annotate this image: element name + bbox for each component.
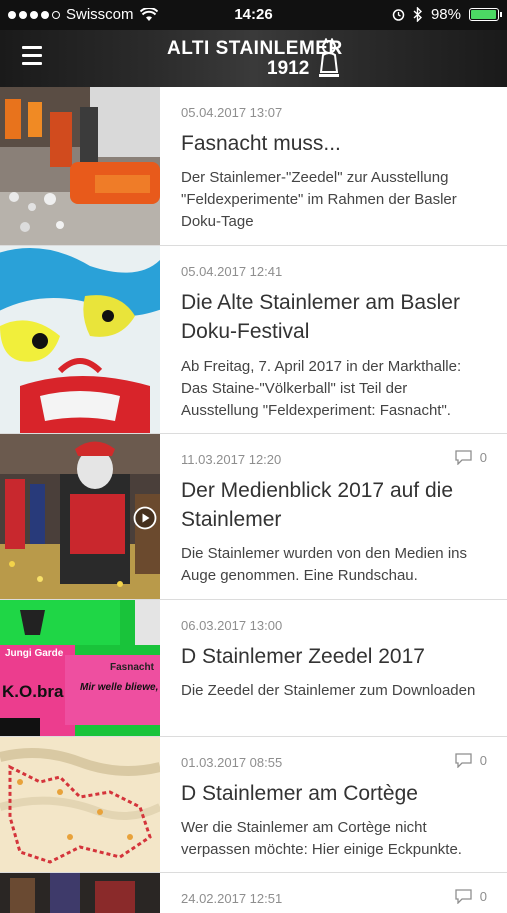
news-title: D Stainlemer am Cortège <box>181 782 418 805</box>
comment-icon <box>455 753 472 768</box>
news-thumbnail <box>0 873 160 913</box>
battery-percent: 98% <box>430 6 461 23</box>
news-date: 24.02.2017 12:51 <box>181 891 283 906</box>
news-excerpt: Die Zeedel der Stainlemer zum Downloaden <box>181 682 476 699</box>
comment-count[interactable]: 0 <box>455 753 487 768</box>
news-excerpt: Der Stainlemer-"Zeedel" zur Ausstellung … <box>181 169 457 230</box>
navigation-bar: ALTI STAINLEMER 1912 <box>0 30 507 87</box>
comment-count[interactable]: 0 <box>455 889 487 904</box>
comment-icon <box>455 450 472 465</box>
news-title: Die Alte Stainlemer am Basler Doku-Festi… <box>181 291 460 343</box>
news-thumbnail <box>0 87 160 245</box>
comment-count-value: 0 <box>479 889 487 904</box>
comment-count-value: 0 <box>479 450 487 465</box>
menu-icon[interactable] <box>22 46 42 65</box>
status-bar: Swisscom 14:26 98% <box>0 0 507 30</box>
news-thumbnail <box>0 246 160 433</box>
news-title: D Stainlemer Zeedel 2017 <box>181 645 425 668</box>
news-date: 11.03.2017 12:20 <box>181 452 282 467</box>
app-logo: ALTI STAINLEMER 1912 <box>165 36 345 82</box>
logo-line2: 1912 <box>267 58 310 79</box>
bluetooth-icon <box>413 7 422 22</box>
play-video-icon[interactable] <box>133 506 157 530</box>
news-item[interactable]: 05.04.2017 13:07 Fasnacht muss... Der St… <box>0 87 507 246</box>
thumbnail-caption-4: Mir welle bliewe, <box>80 682 159 693</box>
news-thumbnail <box>0 434 160 599</box>
comment-count[interactable]: 0 <box>455 450 487 465</box>
news-item[interactable]: 05.04.2017 12:41 Die Alte Stainlemer am … <box>0 246 507 434</box>
news-item[interactable]: 24.02.2017 12:51 0 <box>0 873 507 913</box>
alarm-lock-icon <box>392 9 405 21</box>
news-excerpt: Ab Freitag, 7. April 2017 in der Marktha… <box>181 358 462 419</box>
news-thumbnail: Jungi Garde Fasnacht K.O.bra Mir welle b… <box>0 600 160 736</box>
news-excerpt: Die Stainlemer wurden von den Medien ins… <box>181 545 467 584</box>
comment-icon <box>455 889 472 904</box>
news-item[interactable]: Jungi Garde Fasnacht K.O.bra Mir welle b… <box>0 600 507 737</box>
mascot-icon <box>319 38 339 77</box>
thumbnail-caption-3: K.O.bra <box>2 682 64 701</box>
news-excerpt: Wer die Stainlemer am Cortège nicht verp… <box>181 819 462 858</box>
comment-count-value: 0 <box>479 753 487 768</box>
news-date: 05.04.2017 12:41 <box>181 264 283 279</box>
thumbnail-caption-1: Jungi Garde <box>5 648 64 659</box>
news-item[interactable]: 01.03.2017 08:55 0 D Stainlemer am Cortè… <box>0 737 507 873</box>
news-feed: 05.04.2017 13:07 Fasnacht muss... Der St… <box>0 87 507 913</box>
news-date: 05.04.2017 13:07 <box>181 105 283 120</box>
news-date: 06.03.2017 13:00 <box>181 618 283 633</box>
news-title: Fasnacht muss... <box>181 132 341 155</box>
news-title: Der Medienblick 2017 auf die Stainlemer <box>181 479 453 531</box>
news-item[interactable]: 11.03.2017 12:20 0 Der Medienblick 2017 … <box>0 434 507 600</box>
news-date: 01.03.2017 08:55 <box>181 755 283 770</box>
news-thumbnail <box>0 737 160 872</box>
thumbnail-caption-2: Fasnacht <box>110 662 154 673</box>
battery-icon <box>469 8 502 21</box>
status-right: 98% <box>392 6 502 23</box>
